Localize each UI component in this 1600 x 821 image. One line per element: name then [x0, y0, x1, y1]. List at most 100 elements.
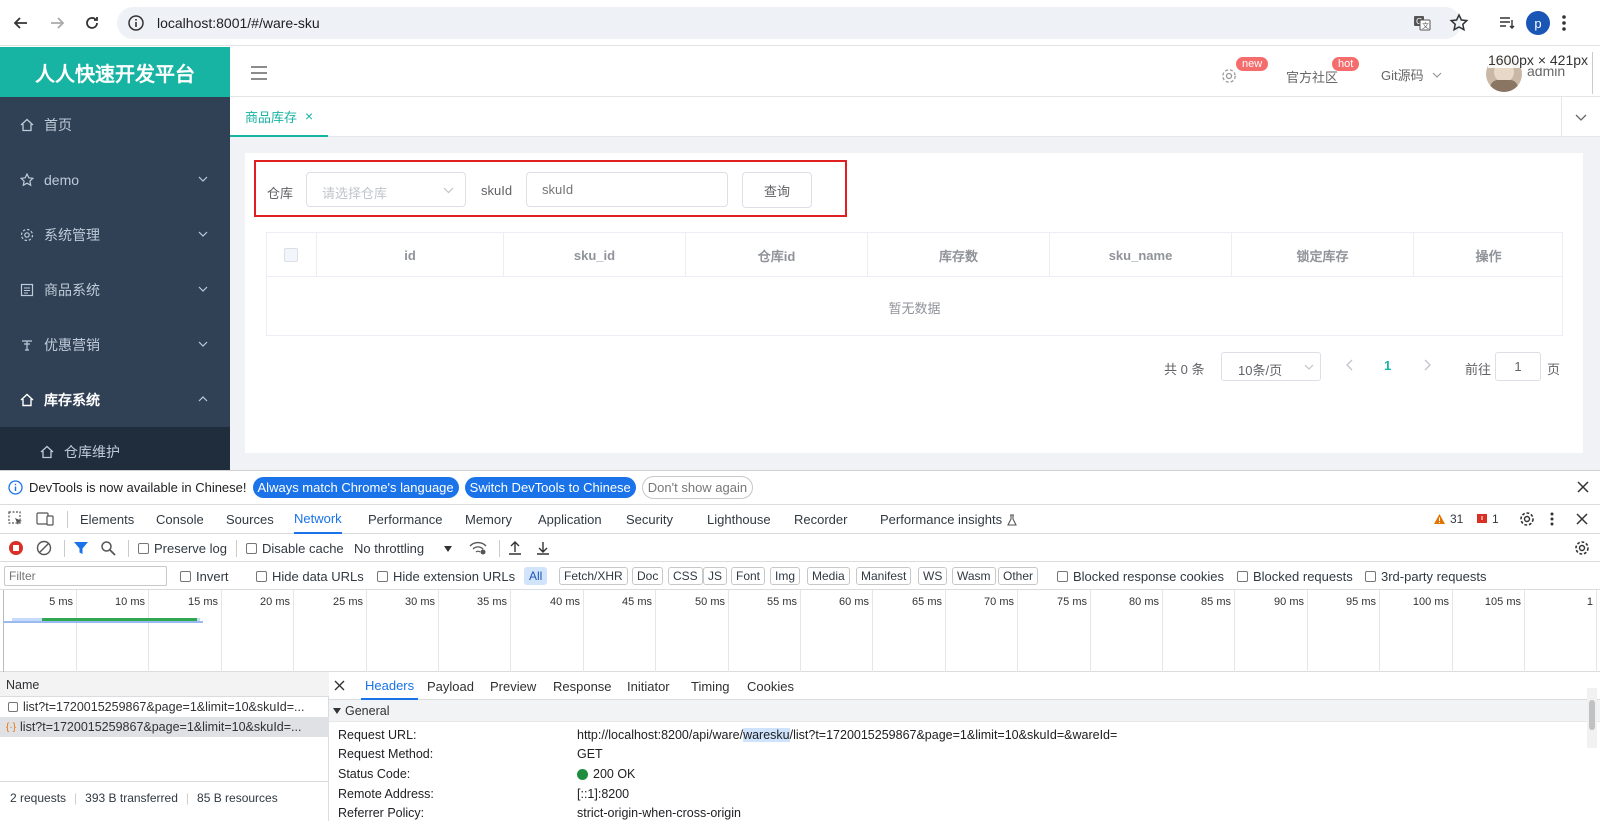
column-header[interactable]: id — [317, 233, 504, 277]
type-filter-wasm[interactable]: Wasm — [952, 567, 996, 585]
details-tab-headers[interactable]: Headers — [361, 672, 419, 700]
column-header[interactable]: 锁定库存 — [1232, 233, 1414, 277]
search-icon[interactable] — [100, 540, 116, 556]
menu-item-inventory[interactable]: 库存系统 — [0, 372, 230, 428]
type-filter-img[interactable]: Img — [770, 567, 801, 585]
checkbox-box[interactable] — [1057, 571, 1068, 582]
record-stop-icon[interactable] — [8, 540, 24, 556]
column-header[interactable]: sku_id — [504, 233, 686, 277]
tab-network[interactable]: Network — [294, 505, 342, 534]
issues-counter[interactable]: 1 — [1476, 512, 1499, 526]
checkbox-box[interactable] — [1237, 571, 1248, 582]
tab-recorder[interactable]: Recorder — [794, 505, 847, 534]
checkbox-box[interactable] — [180, 571, 191, 582]
checkbox-box[interactable] — [246, 543, 257, 554]
details-tab-preview[interactable]: Preview — [490, 672, 536, 700]
checkbox-box[interactable] — [1365, 571, 1376, 582]
preserve-log-checkbox[interactable]: Preserve log — [138, 541, 227, 556]
inspect-element-icon[interactable] — [8, 511, 24, 527]
goto-page-input[interactable]: 1 — [1495, 352, 1541, 381]
next-page-button[interactable] — [1423, 359, 1431, 371]
git-dropdown[interactable]: Git源码 — [1381, 65, 1442, 84]
match-language-button[interactable]: Always match Chrome's language — [252, 477, 459, 498]
blocked-cookies-checkbox[interactable]: Blocked response cookies — [1057, 569, 1224, 584]
filter-funnel-icon[interactable] — [73, 540, 89, 556]
tab-performance[interactable]: Performance — [368, 505, 442, 534]
translate-icon[interactable]: G文 — [1413, 14, 1431, 32]
tab-inventory[interactable]: 商品库存 × — [230, 97, 329, 137]
throttling-select[interactable]: No throttling — [354, 541, 453, 556]
type-filter-media[interactable]: Media — [807, 567, 850, 585]
checkbox-box[interactable] — [256, 571, 267, 582]
column-header[interactable]: 仓库id — [686, 233, 868, 277]
submenu-item-warehouse[interactable]: 仓库维护 — [40, 442, 120, 462]
page-number-active[interactable]: 1 — [1384, 358, 1391, 373]
type-filter-fetch[interactable]: Fetch/XHR — [559, 567, 628, 585]
close-devtools-icon[interactable] — [1576, 513, 1588, 525]
type-filter-js[interactable]: JS — [703, 567, 728, 585]
column-header[interactable]: 操作 — [1414, 233, 1563, 277]
menu-item-system[interactable]: 系统管理 — [0, 207, 230, 263]
select-all-checkbox[interactable] — [284, 248, 298, 262]
prev-page-button[interactable] — [1346, 359, 1354, 371]
details-tab-cookies[interactable]: Cookies — [747, 672, 794, 700]
reload-button[interactable] — [80, 11, 104, 35]
tab-application[interactable]: Application — [538, 505, 602, 534]
notice-close-icon[interactable] — [1577, 481, 1589, 493]
tab-console[interactable]: Console — [156, 505, 204, 534]
tabs-menu-button[interactable] — [1561, 97, 1600, 137]
third-party-checkbox[interactable]: 3rd-party requests — [1365, 569, 1487, 584]
details-tab-initiator[interactable]: Initiator — [627, 672, 670, 700]
export-har-icon[interactable] — [536, 540, 550, 556]
general-section-header[interactable]: General — [329, 700, 1600, 722]
name-column-header[interactable]: Name — [0, 672, 329, 697]
close-details-icon[interactable] — [334, 680, 345, 691]
profile-avatar[interactable]: p — [1526, 11, 1550, 35]
import-har-icon[interactable] — [508, 540, 522, 556]
tab-security[interactable]: Security — [626, 505, 673, 534]
page-scrollbar[interactable] — [1592, 52, 1600, 94]
type-filter-other[interactable]: Other — [998, 567, 1039, 585]
type-filter-doc[interactable]: Doc — [632, 567, 664, 585]
back-button[interactable] — [9, 11, 33, 35]
request-row[interactable]: list?t=1720015259867&page=1&limit=10&sku… — [0, 697, 329, 717]
menu-item-product[interactable]: 商品系统 — [0, 262, 230, 318]
column-header[interactable]: 库存数 — [868, 233, 1050, 277]
skuid-input[interactable] — [526, 172, 728, 207]
menu-item-demo[interactable]: demo — [0, 152, 230, 208]
hamburger-icon[interactable] — [250, 65, 268, 81]
clear-icon[interactable] — [36, 540, 52, 556]
details-tab-timing[interactable]: Timing — [691, 672, 730, 700]
tab-lighthouse[interactable]: Lighthouse — [707, 505, 771, 534]
filter-input[interactable] — [4, 566, 167, 586]
type-filter-css[interactable]: CSS — [668, 567, 703, 585]
network-settings-icon[interactable] — [1574, 540, 1590, 556]
more-options-icon[interactable] — [1550, 511, 1554, 527]
forward-button[interactable] — [45, 11, 69, 35]
request-row-selected[interactable]: {·} list?t=1720015259867&page=1&limit=10… — [0, 717, 329, 737]
community-link[interactable]: 官方社区 — [1286, 67, 1338, 86]
hide-extension-urls-checkbox[interactable]: Hide extension URLs — [377, 569, 515, 584]
warnings-counter[interactable]: 31 — [1433, 512, 1463, 526]
checkbox-box[interactable] — [138, 543, 149, 554]
query-button[interactable]: 查询 — [742, 172, 812, 208]
bookmark-star-icon[interactable] — [1449, 13, 1469, 33]
type-filter-ws[interactable]: WS — [918, 567, 948, 585]
menu-item-coupon[interactable]: 优惠营销 — [0, 317, 230, 373]
dont-show-again-button[interactable]: Don't show again — [641, 476, 754, 499]
details-scrollbar[interactable] — [1587, 688, 1597, 748]
scrollbar-thumb[interactable] — [1589, 700, 1595, 730]
switch-chinese-button[interactable]: Switch DevTools to Chinese — [464, 477, 636, 498]
disable-cache-checkbox[interactable]: Disable cache — [246, 541, 344, 556]
page-size-select[interactable]: 10条/页 — [1221, 352, 1321, 381]
details-tab-payload[interactable]: Payload — [427, 672, 474, 700]
tab-memory[interactable]: Memory — [465, 505, 512, 534]
hide-data-urls-checkbox[interactable]: Hide data URLs — [256, 569, 364, 584]
type-filter-manifest[interactable]: Manifest — [856, 567, 912, 585]
tab-elements[interactable]: Elements — [80, 505, 134, 534]
theme-gear-icon[interactable] — [1221, 68, 1237, 84]
checkbox-box[interactable] — [377, 571, 388, 582]
app-logo[interactable]: 人人快速开发平台 — [0, 47, 230, 97]
device-toolbar-icon[interactable] — [36, 511, 54, 527]
menu-item-home[interactable]: 首页 — [0, 97, 230, 153]
